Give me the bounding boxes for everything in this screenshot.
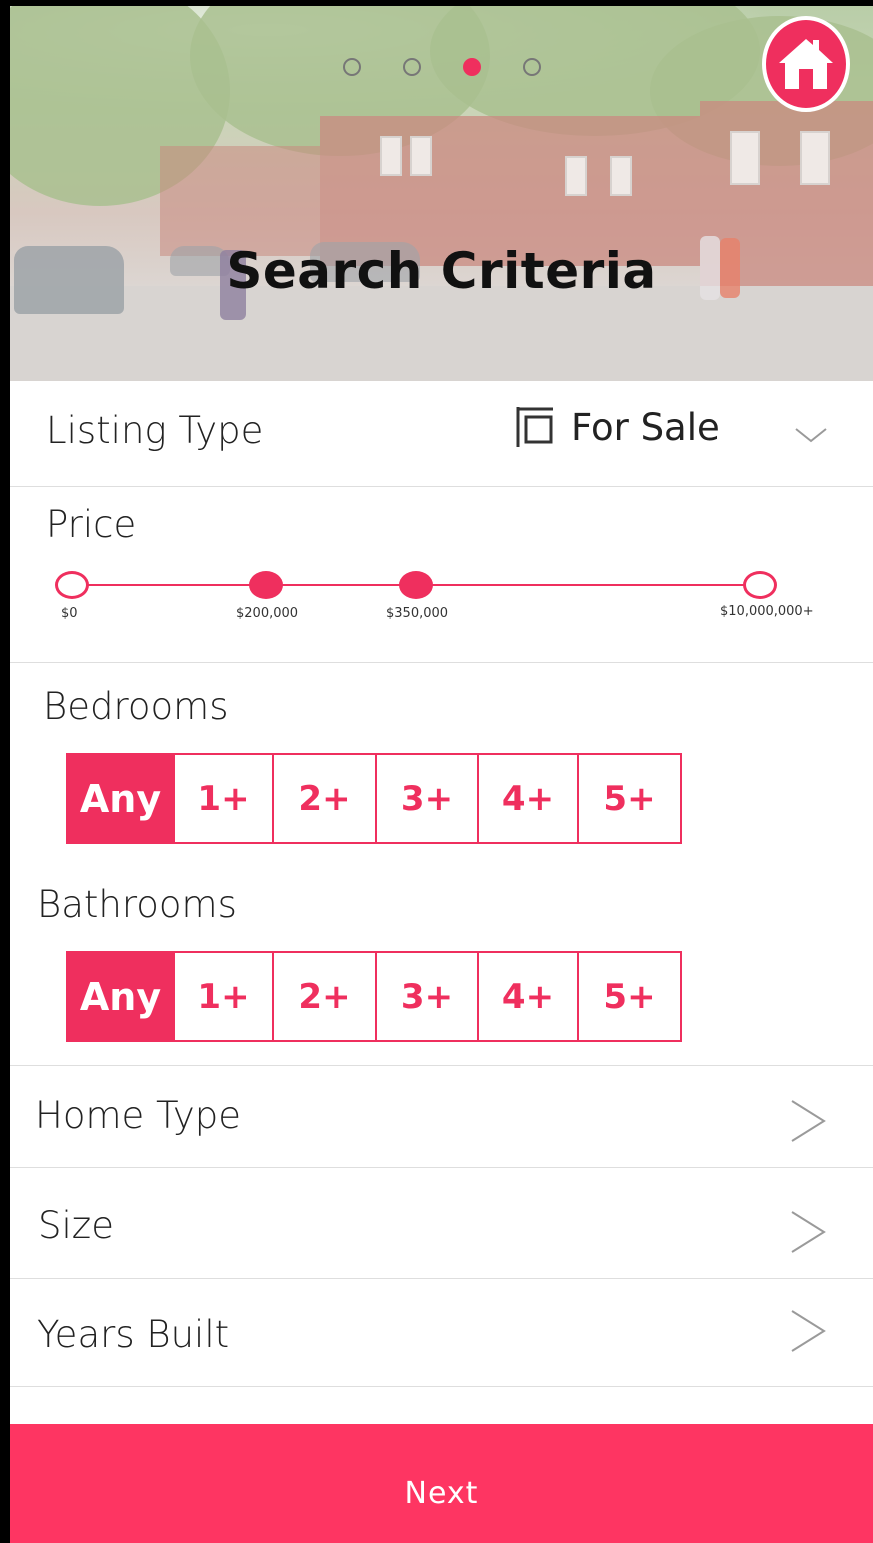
listing-type-select[interactable]: For Sale xyxy=(515,405,720,449)
bathrooms-label: Bathrooms xyxy=(37,883,237,926)
next-button[interactable]: Next xyxy=(10,1424,873,1543)
header-hero: Search Criteria xyxy=(10,6,873,381)
bedrooms-option-4[interactable]: 4+ xyxy=(477,755,577,842)
size-label: Size xyxy=(38,1204,114,1247)
price-tick-label: $350,000 xyxy=(386,606,449,621)
step-dot[interactable] xyxy=(523,58,541,76)
price-tick-label: $200,000 xyxy=(236,606,299,621)
price-label: Price xyxy=(46,503,137,546)
price-row: Price $0 $200,000 $350,000 $10,000,000+ xyxy=(10,487,873,663)
bedrooms-option-any[interactable]: Any xyxy=(68,755,173,842)
bedrooms-selector: Any 1+ 2+ 3+ 4+ 5+ xyxy=(66,753,682,844)
bathrooms-option-1[interactable]: 1+ xyxy=(173,953,272,1040)
chevron-right-icon xyxy=(791,1310,826,1352)
chevron-right-icon xyxy=(791,1100,826,1142)
bathrooms-option-4[interactable]: 4+ xyxy=(477,953,577,1040)
home-icon xyxy=(779,39,833,89)
bathrooms-option-any[interactable]: Any xyxy=(68,953,173,1040)
step-dot-active[interactable] xyxy=(463,58,481,76)
sign-icon xyxy=(516,407,553,447)
price-slider-max-handle[interactable] xyxy=(743,571,777,599)
home-button[interactable] xyxy=(762,16,850,112)
price-slider-high-handle[interactable] xyxy=(399,571,433,599)
home-type-label: Home Type xyxy=(35,1094,242,1137)
home-type-row[interactable]: Home Type xyxy=(10,1066,873,1168)
years-built-label: Years Built xyxy=(37,1313,230,1356)
listing-type-row[interactable]: Listing Type For Sale xyxy=(10,381,873,487)
bedrooms-label: Bedrooms xyxy=(43,685,229,728)
rooms-section: Bedrooms Any 1+ 2+ 3+ 4+ 5+ Bathrooms An… xyxy=(10,663,873,1066)
price-slider-low-handle[interactable] xyxy=(249,571,283,599)
years-built-row[interactable]: Years Built xyxy=(10,1279,873,1387)
bedrooms-option-2[interactable]: 2+ xyxy=(272,755,375,842)
page-title: Search Criteria xyxy=(226,242,657,300)
listing-type-value: For Sale xyxy=(571,405,720,449)
bathrooms-option-3[interactable]: 3+ xyxy=(375,953,477,1040)
app-screen: Search Criteria Listing Type For Sale Pr… xyxy=(10,6,873,1543)
price-tick-label: $0 xyxy=(61,606,78,621)
step-dot[interactable] xyxy=(403,58,421,76)
price-tick-label: $10,000,000+ xyxy=(720,604,814,619)
price-slider-min-handle[interactable] xyxy=(55,571,89,599)
size-row[interactable]: Size xyxy=(10,1168,873,1279)
bedrooms-option-1[interactable]: 1+ xyxy=(173,755,272,842)
step-indicator xyxy=(343,58,541,80)
bathrooms-selector: Any 1+ 2+ 3+ 4+ 5+ xyxy=(66,951,682,1042)
bedrooms-option-5[interactable]: 5+ xyxy=(577,755,680,842)
bathrooms-option-2[interactable]: 2+ xyxy=(272,953,375,1040)
listing-type-label: Listing Type xyxy=(46,409,264,452)
bathrooms-option-5[interactable]: 5+ xyxy=(577,953,680,1040)
bedrooms-option-3[interactable]: 3+ xyxy=(375,755,477,842)
chevron-right-icon xyxy=(791,1211,826,1253)
step-dot[interactable] xyxy=(343,58,361,76)
chevron-down-icon[interactable] xyxy=(794,417,828,451)
